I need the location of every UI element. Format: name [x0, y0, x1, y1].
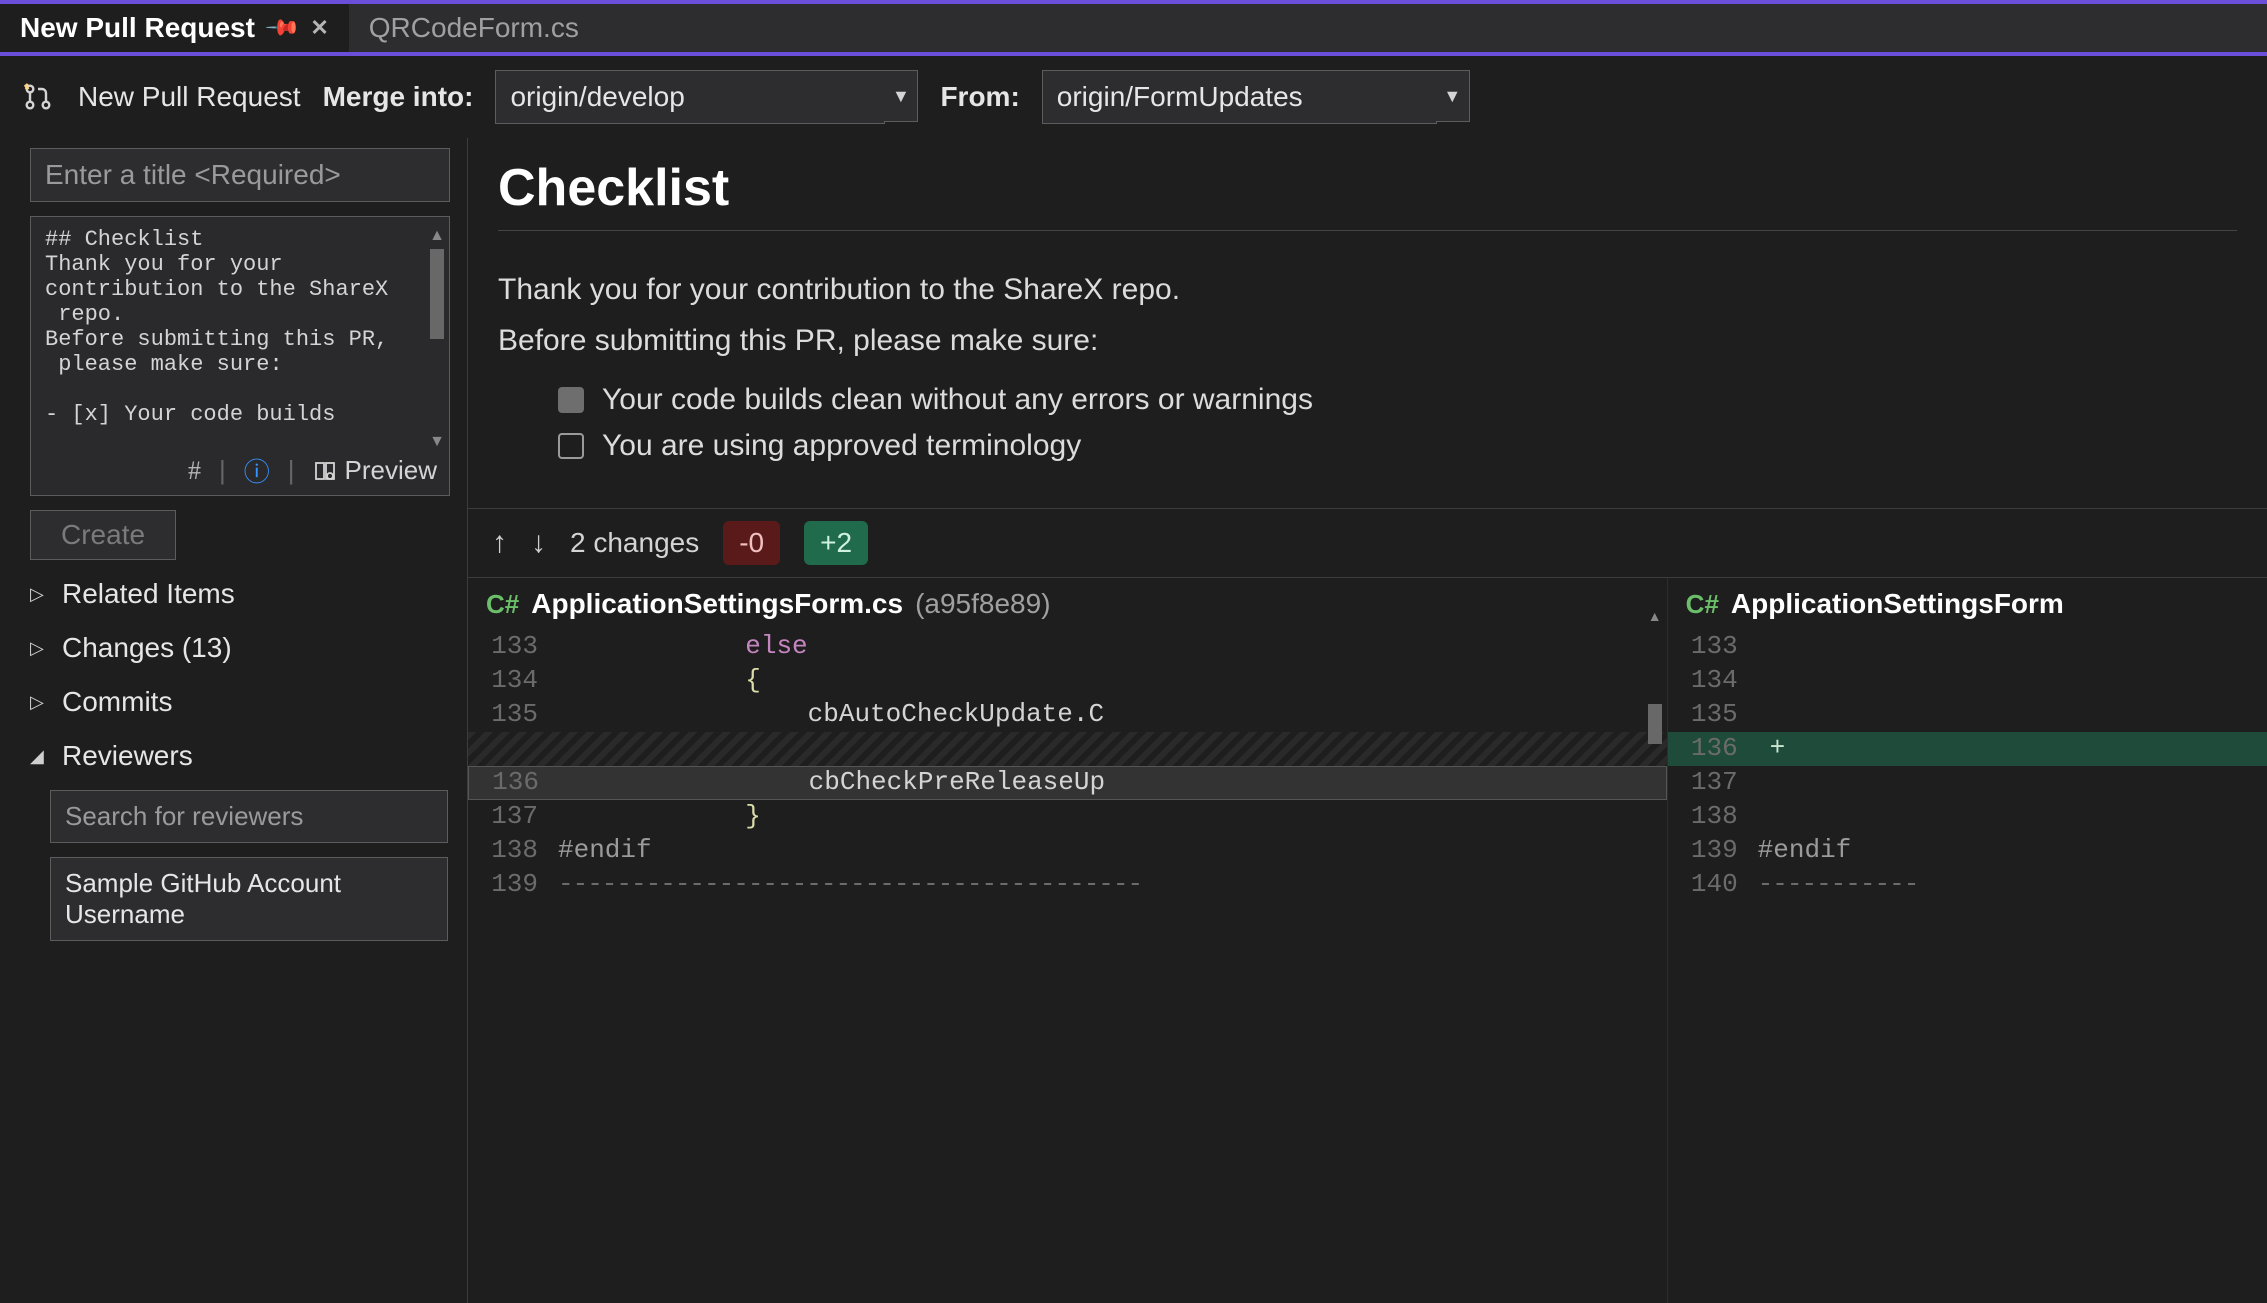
left-panel: Enter a title <Required> ## Checklist Th…: [0, 138, 468, 1303]
preview-line2: Before submitting this PR, please make s…: [498, 318, 2237, 363]
code-line: 139-------------------------------------…: [468, 868, 1667, 902]
commits-node[interactable]: ▷ Commits: [30, 682, 447, 722]
checkbox-checked-icon[interactable]: [558, 387, 584, 413]
tab-bar: New Pull Request 📌 ✕ QRCodeForm.cs: [0, 4, 2267, 52]
file-title-right: C# ApplicationSettingsForm: [1668, 578, 2267, 630]
merge-into-select[interactable]: origin/develop: [495, 70, 885, 124]
chevron-right-icon: ▷: [30, 584, 50, 605]
divider: [498, 230, 2237, 231]
code-line: 137 }: [468, 800, 1667, 834]
merge-into-label: Merge into:: [323, 81, 474, 113]
code-line: 136 cbCheckPreReleaseUp: [468, 766, 1667, 800]
reviewers-node[interactable]: ◢ Reviewers: [30, 736, 447, 776]
tab-label: QRCodeForm.cs: [369, 12, 579, 44]
right-panel: Checklist Thank you for your contributio…: [468, 138, 2267, 1303]
code-line: 134: [1668, 664, 2267, 698]
diff-view: C# ApplicationSettingsForm.cs (a95f8e89)…: [468, 578, 2267, 1303]
tab-qrcodeform[interactable]: QRCodeForm.cs: [349, 4, 599, 52]
chevron-down-icon[interactable]: ▼: [884, 70, 918, 122]
chevron-down-icon[interactable]: ▼: [1436, 70, 1470, 122]
scroll-thumb[interactable]: [1648, 704, 1662, 744]
removed-badge: -0: [723, 521, 780, 565]
preview-label: Preview: [345, 455, 437, 486]
code-line: 137: [1668, 766, 2267, 800]
commits-label: Commits: [62, 686, 172, 718]
pull-request-icon: [20, 79, 56, 115]
code-line: 133: [1668, 630, 2267, 664]
chevron-down-icon: ◢: [30, 746, 50, 767]
info-icon[interactable]: ⓘ: [244, 452, 270, 489]
code-line: [468, 732, 1667, 766]
code-line: 136+: [1668, 732, 2267, 766]
diff-pane-left: C# ApplicationSettingsForm.cs (a95f8e89)…: [468, 578, 1668, 1303]
preview-heading: Checklist: [498, 158, 2237, 218]
changes-node[interactable]: ▷ Changes (13): [30, 628, 447, 668]
reviewer-chip[interactable]: Sample GitHub Account Username: [50, 857, 448, 941]
scroll-thumb[interactable]: [430, 249, 444, 339]
code-line: 138: [1668, 800, 2267, 834]
close-icon[interactable]: ✕: [310, 15, 328, 41]
file-sha-left: (a95f8e89): [915, 588, 1050, 620]
changes-label: Changes (13): [62, 632, 232, 664]
preview-button[interactable]: Preview: [313, 455, 437, 486]
code-line: 138#endif: [468, 834, 1667, 868]
checklist-item-1: Your code builds clean without any error…: [558, 383, 2237, 417]
scrollbar[interactable]: ▲: [1645, 608, 1665, 1293]
code-right[interactable]: 133134135136+137138139#endif140---------…: [1668, 630, 2267, 1303]
scroll-up-icon[interactable]: ▲: [429, 227, 445, 245]
pin-icon[interactable]: 📌: [264, 9, 302, 47]
pr-toolbar: New Pull Request Merge into: origin/deve…: [0, 56, 2267, 138]
description-footer: # | ⓘ | Preview: [31, 446, 449, 495]
scroll-up-icon[interactable]: ▲: [1648, 608, 1662, 624]
toolbar-title: New Pull Request: [78, 81, 301, 113]
next-change-icon[interactable]: ↓: [531, 526, 546, 560]
code-line: 140-----------: [1668, 868, 2267, 902]
merge-into-value: origin/develop: [510, 81, 684, 113]
code-line: 134 {: [468, 664, 1667, 698]
code-line: 135 cbAutoCheckUpdate.C: [468, 698, 1667, 732]
pr-description-text[interactable]: ## Checklist Thank you for your contribu…: [31, 217, 449, 446]
prev-change-icon[interactable]: ↑: [492, 526, 507, 560]
code-line: 139#endif: [1668, 834, 2267, 868]
csharp-icon: C#: [486, 589, 519, 620]
related-items-label: Related Items: [62, 578, 235, 610]
preview-icon: [313, 459, 337, 483]
checklist-item-2-label: You are using approved terminology: [602, 431, 1081, 461]
from-value: origin/FormUpdates: [1057, 81, 1303, 113]
chevron-right-icon: ▷: [30, 638, 50, 659]
related-items-node[interactable]: ▷ Related Items: [30, 574, 447, 614]
file-name-left: ApplicationSettingsForm.cs: [531, 588, 903, 620]
checklist-item-1-label: Your code builds clean without any error…: [602, 383, 1313, 417]
create-button[interactable]: Create: [30, 510, 176, 560]
reviewer-search-input[interactable]: Search for reviewers: [50, 790, 448, 843]
changes-count: 2 changes: [570, 527, 699, 559]
file-name-right: ApplicationSettingsForm: [1731, 588, 2064, 620]
description-preview: Checklist Thank you for your contributio…: [468, 138, 2267, 508]
hash-icon[interactable]: #: [188, 456, 201, 486]
code-line: 135: [1668, 698, 2267, 732]
diff-pane-right: C# ApplicationSettingsForm 133134135136+…: [1668, 578, 2267, 1303]
added-badge: +2: [804, 521, 868, 565]
reviewers-label: Reviewers: [62, 740, 193, 772]
diff-header: ↑ ↓ 2 changes -0 +2: [468, 508, 2267, 578]
code-left[interactable]: 133 else134 {135 cbAutoCheckUpdate.C 136 …: [468, 630, 1667, 1303]
from-label: From:: [940, 81, 1019, 113]
tab-label: New Pull Request: [20, 12, 255, 44]
pr-title-input[interactable]: Enter a title <Required>: [30, 148, 450, 202]
tab-new-pull-request[interactable]: New Pull Request 📌 ✕: [0, 4, 349, 52]
checklist-item-2: You are using approved terminology: [558, 431, 2237, 461]
checkbox-icon[interactable]: [558, 433, 584, 459]
code-line: 133 else: [468, 630, 1667, 664]
file-title-left: C# ApplicationSettingsForm.cs (a95f8e89): [468, 578, 1667, 630]
scroll-down-icon[interactable]: ▼: [429, 433, 445, 451]
chevron-right-icon: ▷: [30, 692, 50, 713]
pr-description-input[interactable]: ## Checklist Thank you for your contribu…: [30, 216, 450, 496]
csharp-icon: C#: [1686, 589, 1719, 620]
preview-line1: Thank you for your contribution to the S…: [498, 267, 2237, 312]
scrollbar[interactable]: ▲ ▼: [427, 227, 447, 451]
from-select[interactable]: origin/FormUpdates: [1042, 70, 1437, 124]
